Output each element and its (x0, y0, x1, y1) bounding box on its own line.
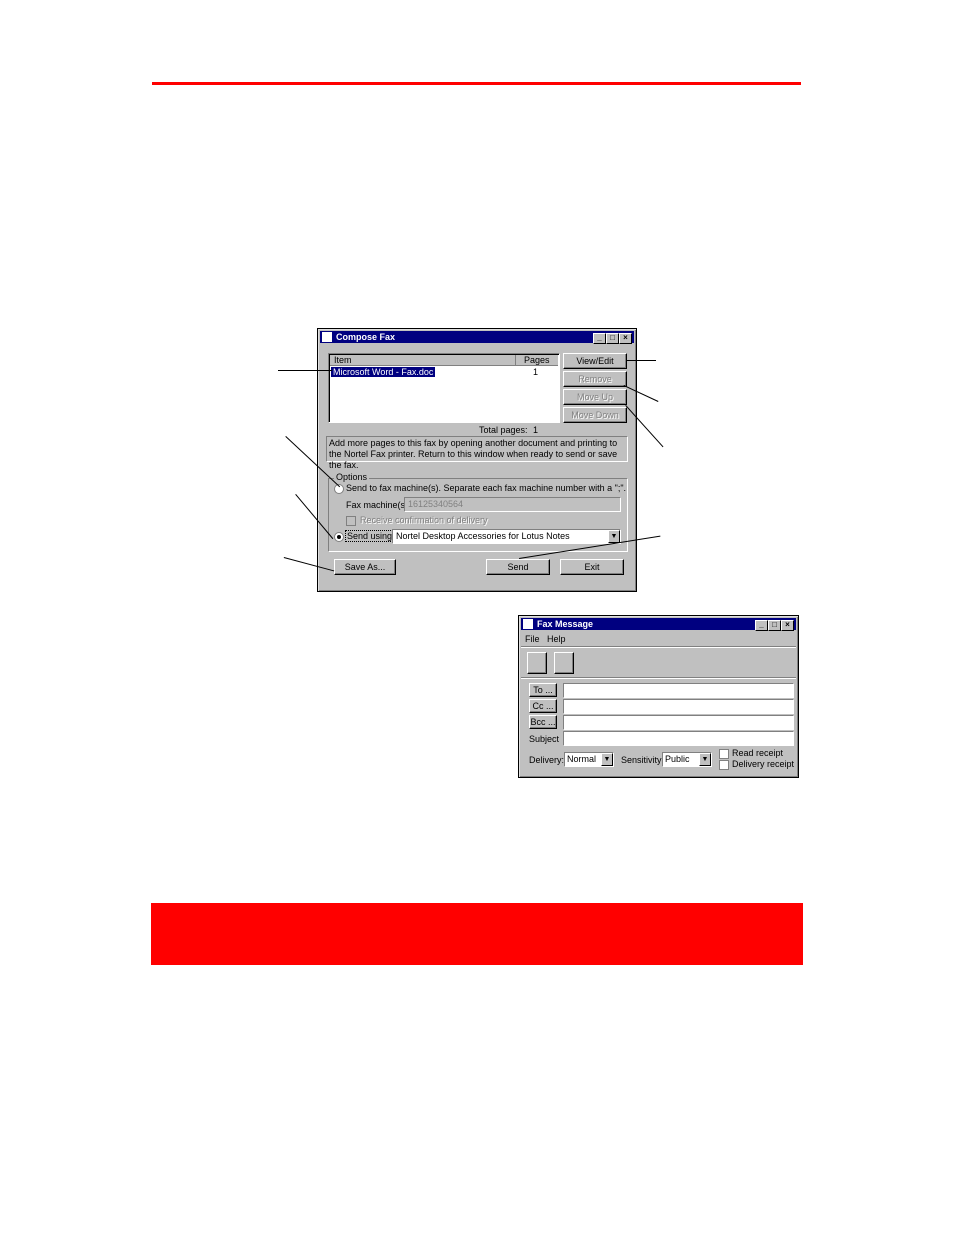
exit-button[interactable]: Exit (560, 559, 624, 575)
info-box: Add more pages to this fax by opening an… (326, 436, 628, 470)
toolbar-divider-bottom (521, 677, 796, 679)
sensitivity-select[interactable]: Public ▼ (662, 752, 712, 767)
callout-line-list (278, 370, 332, 371)
header-rule (152, 82, 801, 85)
read-receipt-label: Read receipt (732, 748, 784, 758)
bcc-button[interactable]: Bcc ... (529, 715, 557, 729)
remove-button[interactable]: Remove (563, 371, 627, 387)
to-button[interactable]: To ... (529, 683, 557, 697)
delivery-receipt-checkbox[interactable] (719, 760, 729, 770)
footer-band (151, 903, 803, 965)
fax-message-window: Fax Message _ □ × File Help To ... Cc ..… (518, 615, 799, 778)
view-edit-button[interactable]: View/Edit (563, 353, 627, 369)
address-book-icon[interactable] (554, 652, 574, 674)
delivery-value: Normal (567, 754, 597, 764)
send-using-select[interactable]: Nortel Desktop Accessories for Lotus Not… (392, 529, 621, 544)
sensitivity-value: Public (665, 754, 690, 764)
close-icon[interactable]: × (619, 333, 632, 344)
toolbar-divider (521, 646, 796, 648)
chevron-down-icon[interactable]: ▼ (608, 530, 620, 543)
cc-button[interactable]: Cc ... (529, 699, 557, 713)
subject-field[interactable] (563, 731, 794, 746)
minimize-icon[interactable]: _ (593, 333, 606, 344)
message-title-bar: Fax Message _ □ × (521, 618, 796, 631)
info-text: Add more pages to this fax by opening an… (329, 438, 618, 470)
confirm-delivery-checkbox[interactable] (346, 516, 356, 526)
menu-file[interactable]: File (525, 634, 540, 644)
list-item-pages: 1 (533, 367, 539, 377)
compose-window-title: Compose Fax (336, 332, 396, 342)
move-down-button[interactable]: Move Down (563, 407, 627, 423)
column-header-pages[interactable]: Pages (524, 355, 550, 365)
fax-machines-value: 16125340564 (408, 499, 464, 509)
delivery-label: Delivery: (529, 755, 565, 765)
read-receipt-checkbox[interactable] (719, 749, 729, 759)
column-header-item[interactable]: Item (334, 355, 352, 365)
minimize-icon[interactable]: _ (755, 620, 768, 631)
save-as-button[interactable]: Save As... (334, 559, 396, 575)
send-using-value: Nortel Desktop Accessories for Lotus Not… (396, 531, 570, 541)
maximize-icon[interactable]: □ (606, 333, 619, 344)
options-label: Options (334, 472, 370, 482)
fax-app-icon (523, 619, 533, 629)
close-icon[interactable]: × (781, 620, 794, 631)
chevron-down-icon[interactable]: ▼ (601, 753, 613, 766)
send-fax-label: Send to fax machine(s). Separate each fa… (346, 483, 627, 493)
subject-label: Subject (529, 734, 560, 744)
send-using-label: Send using: (345, 530, 397, 542)
callout-line-view-edit (626, 360, 656, 361)
delivery-receipt-label: Delivery receipt (732, 759, 795, 769)
column-divider (515, 355, 516, 365)
list-item-name: Microsoft Word - Fax.doc (331, 367, 436, 377)
send-message-icon[interactable] (527, 652, 547, 674)
fax-machines-field[interactable]: 16125340564 (404, 497, 621, 512)
chevron-down-icon[interactable]: ▼ (699, 753, 711, 766)
total-pages-label: Total pages: (479, 425, 528, 435)
menu-help[interactable]: Help (547, 634, 566, 644)
move-up-button[interactable]: Move Up (563, 389, 627, 405)
maximize-icon[interactable]: □ (768, 620, 781, 631)
list-item[interactable]: Microsoft Word - Fax.doc (331, 367, 436, 377)
to-field[interactable] (563, 683, 794, 698)
list-header: Item Pages (330, 355, 558, 366)
fax-app-icon (322, 332, 332, 342)
compose-fax-window: Compose Fax _ □ × Item Pages Microsoft W… (317, 328, 637, 592)
delivery-select[interactable]: Normal ▼ (564, 752, 614, 767)
confirm-delivery-label: Receive confirmation of delivery (360, 515, 488, 525)
send-using-radio[interactable] (334, 532, 344, 542)
compose-title-bar: Compose Fax _ □ × (320, 331, 634, 344)
bcc-field[interactable] (563, 715, 794, 730)
message-window-title: Fax Message (537, 619, 594, 629)
send-button[interactable]: Send (486, 559, 550, 575)
fax-machines-label: Fax machine(s): (346, 500, 411, 510)
sensitivity-label: Sensitivity: (621, 755, 665, 765)
total-pages-value: 1 (533, 425, 539, 435)
cc-field[interactable] (563, 699, 794, 714)
page-list[interactable]: Item Pages Microsoft Word - Fax.doc 1 (328, 353, 560, 423)
